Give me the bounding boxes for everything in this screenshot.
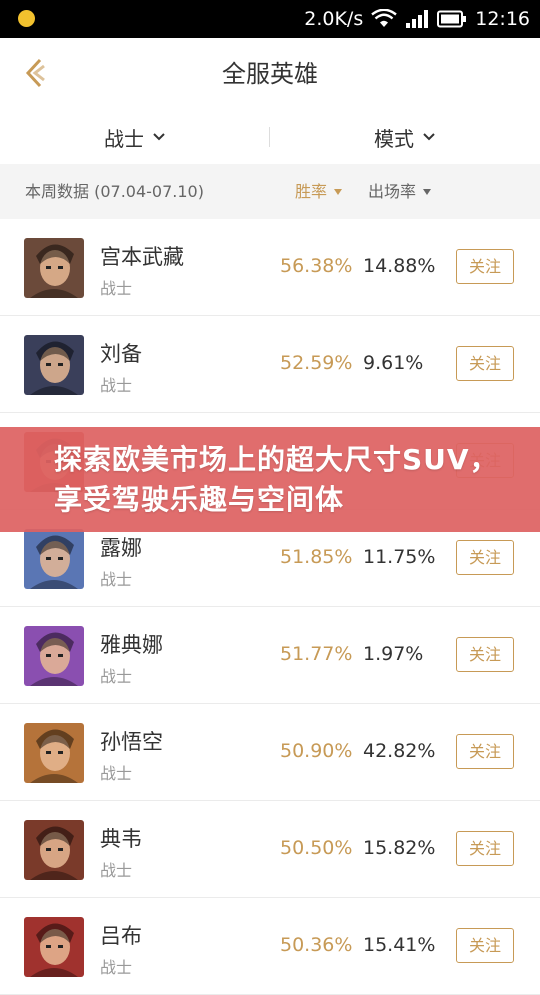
follow-button[interactable]: 关注: [456, 346, 514, 381]
wifi-icon: [371, 9, 397, 29]
ad-banner[interactable]: 探索欧美市场上的超大尺寸SUV，享受驾驶乐趣与空间体: [0, 427, 540, 532]
status-bar: 2.0K/s 12:16: [0, 0, 540, 38]
hero-pick-rate: 11.75%: [363, 546, 436, 568]
mode-filter-dropdown[interactable]: 模式: [270, 110, 540, 164]
hero-pick-rate: 15.82%: [363, 837, 436, 859]
hero-win-rate: 50.36%: [280, 934, 353, 956]
hero-avatar: [24, 917, 84, 977]
hero-row[interactable]: 孙悟空 战士 50.90% 42.82% 关注: [0, 704, 540, 801]
network-speed: 2.0K/s: [304, 8, 364, 30]
hero-pick-rate: 42.82%: [363, 740, 436, 762]
sort-down-icon: [423, 188, 432, 195]
hero-pick-rate: 15.41%: [363, 934, 436, 956]
hero-pick-rate: 1.97%: [363, 643, 424, 665]
hero-role: 战士: [100, 764, 133, 783]
role-filter-dropdown[interactable]: 战士: [0, 110, 270, 164]
hero-avatar: [24, 529, 84, 589]
hero-role: 战士: [100, 279, 133, 298]
hero-win-rate: 52.59%: [280, 352, 353, 374]
hero-name: 吕布: [100, 924, 142, 948]
hero-win-rate: 51.85%: [280, 546, 353, 568]
hero-win-rate: 56.38%: [280, 255, 353, 277]
hero-name: 刘备: [100, 342, 142, 366]
hero-row[interactable]: 雅典娜 战士 51.77% 1.97% 关注: [0, 607, 540, 704]
banner-text: 探索欧美市场上的超大尺寸SUV，享受驾驶乐趣与空间体: [54, 443, 499, 516]
hero-role: 战士: [100, 667, 133, 686]
follow-button[interactable]: 关注: [456, 540, 514, 575]
hero-role: 战士: [100, 958, 133, 977]
hero-name: 露娜: [100, 536, 142, 560]
hero-name: 雅典娜: [100, 633, 163, 657]
hero-row[interactable]: 典韦 战士 50.50% 15.82% 关注: [0, 801, 540, 898]
sort-pick-label: 出场率: [368, 182, 417, 201]
hero-pick-rate: 9.61%: [363, 352, 424, 374]
signal-icon: [405, 9, 429, 29]
hero-avatar: [24, 238, 84, 298]
role-filter-label: 战士: [104, 126, 144, 151]
chevron-down-icon: [423, 133, 435, 141]
mode-filter-label: 模式: [374, 126, 414, 151]
summary-bar: 本周数据 (07.04-07.10) 胜率 出场率: [0, 164, 540, 220]
chevron-down-icon: [153, 133, 165, 141]
follow-button[interactable]: 关注: [456, 637, 514, 672]
hero-name: 孙悟空: [100, 730, 163, 754]
hero-row[interactable]: 宫本武藏 战士 56.38% 14.88% 关注: [0, 219, 540, 316]
hero-avatar: [24, 626, 84, 686]
hero-role: 战士: [100, 861, 133, 880]
filter-bar: 战士 模式: [0, 110, 540, 165]
sort-by-win-rate[interactable]: 胜率: [295, 164, 343, 219]
clock: 12:16: [475, 8, 530, 30]
hero-win-rate: 50.90%: [280, 740, 353, 762]
data-period: 本周数据 (07.04-07.10): [25, 182, 204, 201]
hero-row[interactable]: 吕布 战士 50.36% 15.41% 关注: [0, 898, 540, 995]
hero-win-rate: 51.77%: [280, 643, 353, 665]
hero-name: 宫本武藏: [100, 245, 184, 269]
follow-button[interactable]: 关注: [456, 249, 514, 284]
hero-role: 战士: [100, 570, 133, 589]
sort-down-icon: [334, 188, 343, 195]
hero-list: 宫本武藏 战士 56.38% 14.88% 关注 刘备 战士 52.59% 9.…: [0, 219, 540, 995]
hero-avatar: [24, 723, 84, 783]
hero-row[interactable]: 刘备 战士 52.59% 9.61% 关注: [0, 316, 540, 413]
follow-button[interactable]: 关注: [456, 928, 514, 963]
battery-icon: [437, 10, 467, 28]
hero-win-rate: 50.50%: [280, 837, 353, 859]
hero-avatar: [24, 820, 84, 880]
follow-button[interactable]: 关注: [456, 734, 514, 769]
follow-button[interactable]: 关注: [456, 831, 514, 866]
hero-avatar: [24, 335, 84, 395]
notification-dot-icon: [18, 10, 35, 27]
page-title: 全服英雄: [222, 60, 318, 88]
sort-win-label: 胜率: [295, 182, 328, 201]
hero-role: 战士: [100, 376, 133, 395]
hero-pick-rate: 14.88%: [363, 255, 436, 277]
sort-by-pick-rate[interactable]: 出场率: [368, 164, 432, 219]
header-bar: 全服英雄: [0, 38, 540, 111]
hero-name: 典韦: [100, 827, 142, 851]
